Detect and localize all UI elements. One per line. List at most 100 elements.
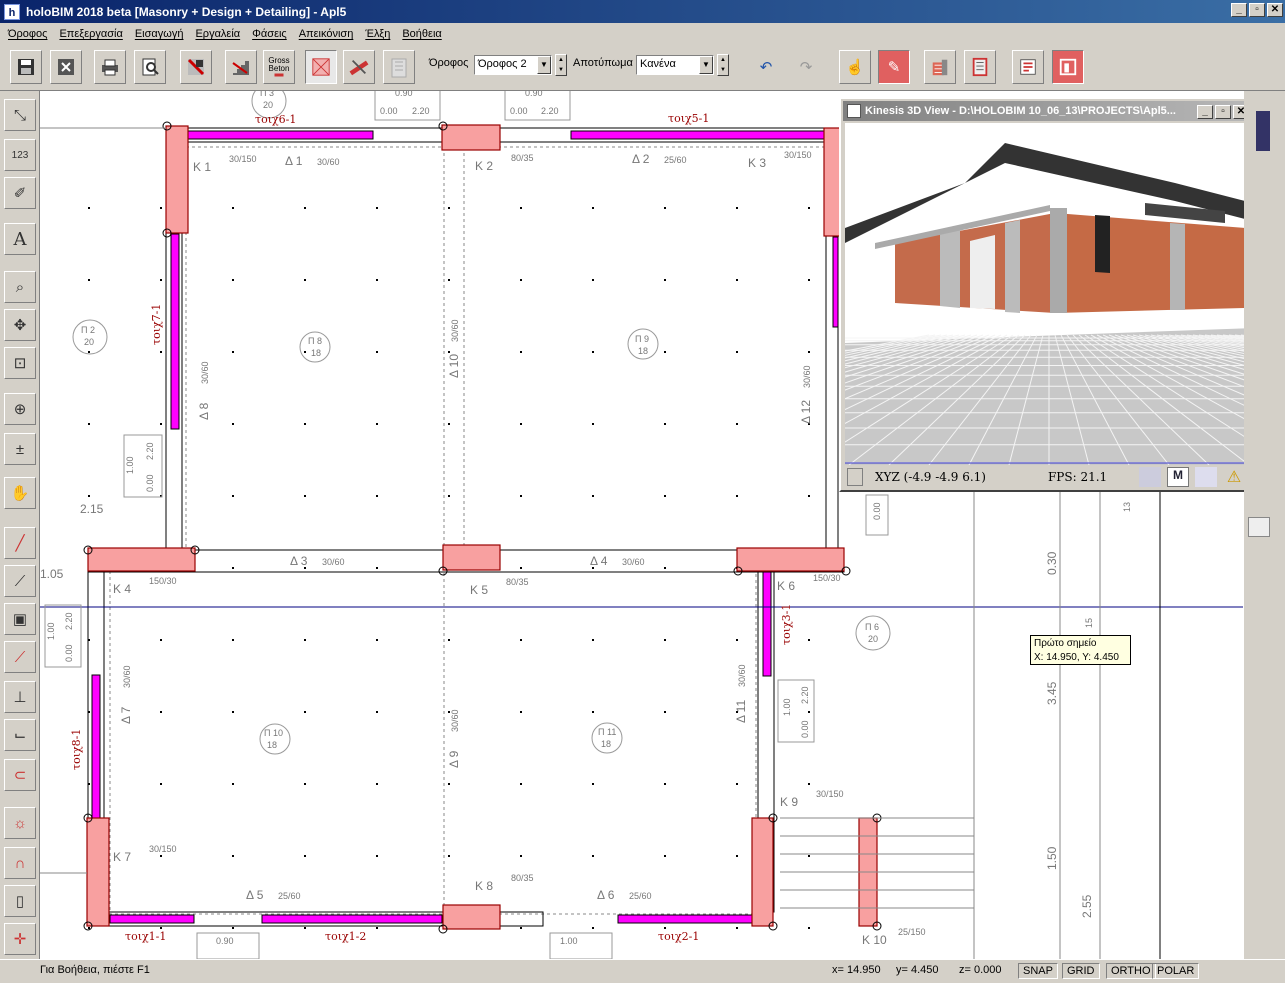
drawing-canvas[interactable]: K 1 30/150 K 2 80/35 K 3 30/150 K 4 150/30 K 5 80… bbox=[40, 91, 1244, 959]
3d-view-titlebar[interactable]: Kinesis 3D View - D:\HOLOBIM 10_06_13\PR… bbox=[843, 101, 1244, 121]
column-label: K 10 bbox=[862, 933, 887, 947]
3d-view-title: Kinesis 3D View - D:\HOLOBIM 10_06_13\PR… bbox=[865, 105, 1176, 117]
slab-tool-button[interactable] bbox=[305, 50, 337, 84]
snap-perpendicular-tool[interactable]: ⊥ bbox=[4, 681, 36, 713]
dimension-text: 0.00 bbox=[64, 644, 74, 662]
kinesis-3d-view-window[interactable]: Kinesis 3D View - D:\HOLOBIM 10_06_13\PR… bbox=[839, 97, 1244, 492]
3d-restore-button[interactable]: ▫ bbox=[1215, 105, 1231, 119]
minimize-button[interactable]: _ bbox=[1231, 3, 1247, 17]
menu-edit[interactable]: Επεξεργασία bbox=[53, 28, 128, 40]
layers-icon[interactable] bbox=[1248, 517, 1270, 537]
ortho-toggle[interactable]: ORTHO bbox=[1106, 963, 1156, 979]
slab-value: 20 bbox=[84, 337, 94, 347]
monitor-icon[interactable] bbox=[1139, 467, 1161, 487]
snap-endpoint-tool[interactable]: ⟋ bbox=[4, 641, 36, 673]
snap-center-tool[interactable]: ▣ bbox=[4, 603, 36, 635]
building-tool-button[interactable] bbox=[383, 50, 415, 84]
column-dim: 30/150 bbox=[816, 789, 844, 799]
3d-scene[interactable] bbox=[845, 123, 1244, 465]
stair-icon bbox=[231, 57, 251, 77]
hand-tool[interactable]: ✋ bbox=[4, 477, 36, 509]
3d-close-button[interactable]: ✕ bbox=[1233, 105, 1244, 119]
line-tool[interactable]: ╱ bbox=[4, 527, 36, 559]
move-dwg-tool[interactable]: ✛ bbox=[4, 923, 36, 955]
imprint-spinner[interactable]: ▲ ▼ bbox=[717, 54, 729, 76]
redo-button[interactable]: ↷ bbox=[790, 50, 822, 84]
pan-hand-button[interactable]: ☝ bbox=[839, 50, 871, 84]
floppy-icon bbox=[16, 57, 36, 77]
beam-label: Δ 3 bbox=[290, 554, 308, 568]
dimension-text: 2.20 bbox=[64, 612, 74, 630]
stair-tool-button[interactable] bbox=[225, 50, 257, 84]
numbered-line-tool[interactable]: 123 bbox=[4, 139, 36, 171]
restore-button[interactable]: ▫ bbox=[1249, 3, 1265, 17]
zoom-in-tool[interactable]: ⊕ bbox=[4, 393, 36, 425]
close-button[interactable]: ✕ bbox=[1267, 3, 1283, 17]
beton-label: Beton bbox=[268, 64, 290, 73]
draw-tool-button[interactable]: ✎ bbox=[878, 50, 910, 84]
title-bar: h holoBIM 2018 beta [Masonry + Design + … bbox=[0, 0, 1285, 23]
column-label: K 7 bbox=[113, 850, 131, 864]
chevron-down-icon[interactable]: ▼ bbox=[699, 56, 713, 74]
panel-tab-icon[interactable] bbox=[1256, 111, 1270, 151]
snap-corner-tool[interactable]: ⌙ bbox=[4, 719, 36, 751]
close-project-button[interactable] bbox=[50, 50, 82, 84]
print-button[interactable] bbox=[94, 50, 126, 84]
zoom-extents-tool[interactable]: ⊡ bbox=[4, 347, 36, 379]
gross-beton-icon: Gross Beton bbox=[265, 57, 293, 77]
chevron-down-icon[interactable]: ▼ bbox=[537, 56, 551, 74]
masonry-walls[interactable] bbox=[91, 130, 839, 924]
menu-help[interactable]: Βοήθεια bbox=[396, 28, 447, 40]
cut-view-button[interactable] bbox=[180, 50, 212, 84]
3d-minimize-button[interactable]: _ bbox=[1197, 105, 1213, 119]
mode-m-button[interactable]: M bbox=[1167, 467, 1189, 487]
column-dim: 150/30 bbox=[149, 576, 177, 586]
zoom-window-tool[interactable]: ⌕ bbox=[4, 271, 36, 303]
move-cross-icon: ✥ bbox=[13, 317, 27, 334]
magnet-dwg-tool[interactable]: ∩ bbox=[4, 847, 36, 879]
edit-line-tool[interactable]: ✐ bbox=[4, 177, 36, 209]
warning-icon[interactable]: ⚠ bbox=[1223, 467, 1244, 487]
undo-button[interactable]: ↶ bbox=[750, 50, 782, 84]
dimension-text: 0.00 bbox=[872, 502, 882, 520]
pan-tool[interactable]: ✥ bbox=[4, 309, 36, 341]
menu-floor[interactable]: Όροφος bbox=[2, 28, 53, 40]
3d-building-button[interactable] bbox=[924, 50, 956, 84]
edit-line-icon: ✐ bbox=[13, 185, 27, 202]
snap-dwg-tool[interactable]: ☼ bbox=[4, 807, 36, 839]
save-button[interactable] bbox=[10, 50, 42, 84]
imprint-select[interactable]: Κανένα ▼ bbox=[636, 55, 714, 75]
snap-center-icon: ▣ bbox=[12, 611, 28, 628]
print-preview-button[interactable] bbox=[134, 50, 166, 84]
floor-spinner[interactable]: ▲ ▼ bbox=[555, 54, 567, 76]
plan-view-button[interactable] bbox=[1052, 50, 1084, 84]
floor-select[interactable]: Όροφος 2 ▼ bbox=[474, 55, 552, 75]
magnet-tool[interactable]: ⊂ bbox=[4, 759, 36, 791]
door-dwg-tool[interactable]: ▯ bbox=[4, 885, 36, 917]
menu-view[interactable]: Απεικόνιση bbox=[293, 28, 360, 40]
select-tool[interactable]: ⤡ bbox=[4, 99, 36, 131]
gross-beton-button[interactable]: Gross Beton bbox=[263, 50, 295, 84]
text-tool[interactable]: A bbox=[4, 223, 36, 255]
report-button[interactable] bbox=[1012, 50, 1044, 84]
menu-tools[interactable]: Εργαλεία bbox=[189, 28, 246, 40]
snap-toggle[interactable]: SNAP bbox=[1018, 963, 1058, 979]
dimension-text: 1.00 bbox=[125, 456, 135, 474]
menu-phases[interactable]: Φάσεις bbox=[246, 28, 293, 40]
polar-toggle[interactable]: POLAR bbox=[1152, 963, 1200, 979]
dimension-text: 0.00 bbox=[510, 106, 528, 116]
dimension-text: 1.05 bbox=[40, 567, 64, 581]
menu-insert[interactable]: Εισαγωγή bbox=[129, 28, 190, 40]
magnet-dwg-icon: ∩ bbox=[14, 854, 26, 872]
menu-snap[interactable]: Έλξη bbox=[359, 28, 396, 40]
zoom-realtime-tool[interactable]: ± bbox=[4, 433, 36, 465]
slab-label: Π 3 bbox=[260, 91, 274, 98]
tower-view-button[interactable] bbox=[964, 50, 996, 84]
camera-icon[interactable] bbox=[1195, 467, 1217, 487]
wall-icon bbox=[349, 57, 369, 77]
grid-toggle[interactable]: GRID bbox=[1062, 963, 1100, 979]
snap-midpoint-tool[interactable]: ⟋ bbox=[4, 565, 36, 597]
beam-dim: 30/60 bbox=[200, 361, 210, 384]
wall-tool-button[interactable] bbox=[343, 50, 375, 84]
beam-dim: 30/60 bbox=[322, 557, 345, 567]
